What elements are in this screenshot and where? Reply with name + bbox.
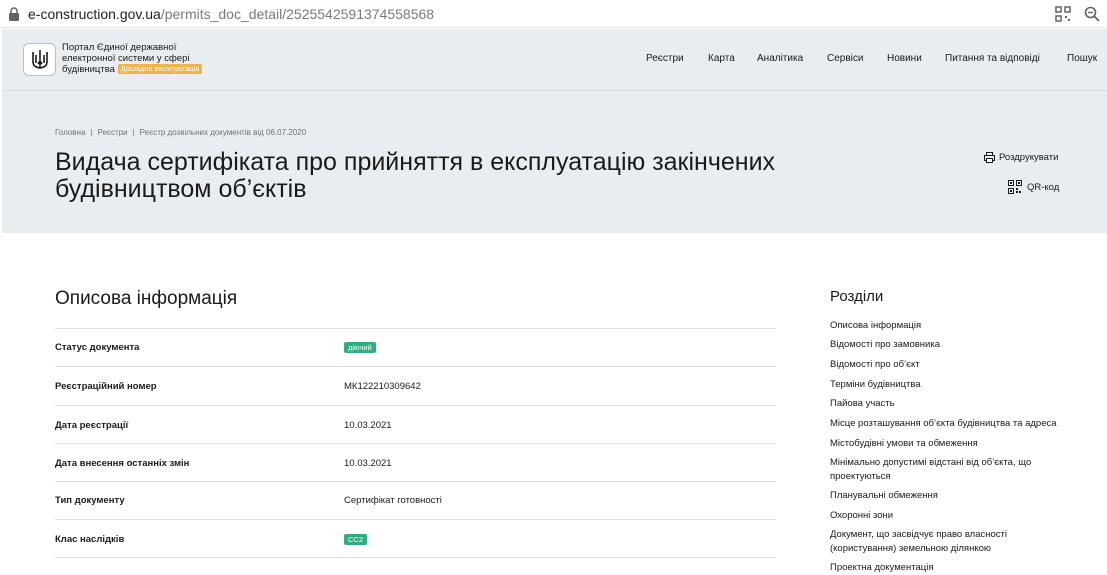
- row-label: Реєстраційний номер: [55, 381, 157, 392]
- trident-icon: [32, 50, 48, 69]
- breadcrumb-current[interactable]: Реєстр дозвільних документів від 06.07.2…: [140, 128, 306, 137]
- row-label: Дата реєстрації: [55, 420, 129, 431]
- sidebar-item[interactable]: Описова інформація: [830, 319, 1080, 333]
- section-title: Описова інформація: [55, 288, 238, 309]
- portal-name[interactable]: Портал Єдиної державної електронної сист…: [62, 42, 237, 75]
- row-divider: [55, 366, 776, 367]
- url-text[interactable]: e-construction.gov.ua/permits_doc_detail…: [28, 5, 434, 23]
- row-label: Статус документа: [55, 342, 140, 353]
- breadcrumb: Головна | Реєстри | Реєстр дозвільних докуме…: [55, 128, 306, 137]
- sidebar-item[interactable]: Терміни будівництва: [830, 378, 1080, 392]
- sidebar-item[interactable]: Відомості про об’єкт: [830, 358, 1080, 372]
- row-divider: [55, 328, 776, 329]
- sidebar-item[interactable]: Місце розташування об’єкта будівництва т…: [830, 417, 1080, 431]
- qr-scan-icon[interactable]: [1054, 5, 1072, 23]
- row-value: 10.03.2021: [344, 420, 392, 431]
- row-divider: [55, 557, 776, 558]
- portal-name-line3: будівництва: [62, 64, 115, 75]
- nav-faq[interactable]: Питання та відповіді: [945, 53, 1040, 64]
- printer-icon: [984, 152, 995, 163]
- portal-name-line2: електронної системи у сфері: [62, 53, 190, 64]
- qr-code-label: QR-код: [1027, 182, 1060, 193]
- sidebar-item[interactable]: Документ, що засвідчує право власності (…: [830, 528, 1035, 556]
- nav-news[interactable]: Новини: [887, 53, 922, 64]
- trial-operation-badge: Дослідна експлуатація: [117, 64, 203, 75]
- sidebar-item[interactable]: Відомості про замовника: [830, 338, 1080, 352]
- row-divider: [55, 443, 776, 444]
- browser-address-bar[interactable]: e-construction.gov.ua/permits_doc_detail…: [0, 0, 1107, 28]
- sidebar-item[interactable]: Охоронні зони: [830, 509, 1080, 523]
- status-badge: діючий: [344, 342, 376, 353]
- row-label: Клас наслідків: [55, 534, 125, 545]
- row-value: МК122210309642: [344, 381, 421, 392]
- page-title: Видача сертифіката про прийняття в експл…: [55, 149, 955, 203]
- sidebar-item[interactable]: Планувальні обмеження: [830, 489, 1080, 503]
- nav-registries[interactable]: Реєстри: [646, 53, 684, 64]
- page-title-line2: будівництвом об’єктів: [55, 175, 307, 203]
- top-navigation: Портал Єдиної державної електронної сист…: [2, 29, 1107, 91]
- breadcrumb-separator: |: [132, 128, 135, 137]
- sidebar-item[interactable]: Пайова участь: [830, 397, 1080, 411]
- row-value: 10.03.2021: [344, 458, 392, 469]
- portal-name-line1: Портал Єдиної державної: [62, 42, 177, 53]
- nav-search[interactable]: Пошук: [1067, 53, 1097, 64]
- consequence-class-badge: СС2: [344, 534, 368, 545]
- row-label: Тип документу: [55, 495, 125, 506]
- zoom-icon[interactable]: [1083, 5, 1101, 23]
- page-title-line1: Видача сертифіката про прийняття в експл…: [55, 148, 776, 176]
- trident-logo[interactable]: [23, 43, 56, 76]
- row-divider: [55, 519, 776, 520]
- sidebar-item[interactable]: Містобудівні умови та обмеження: [830, 437, 1080, 451]
- row-label: Дата внесення останніх змін: [55, 458, 190, 469]
- sidebar-item[interactable]: Мінімально допустимі відстані від об’єкт…: [830, 456, 1070, 484]
- nav-services[interactable]: Сервіси: [827, 53, 863, 64]
- breadcrumb-separator: |: [90, 128, 93, 137]
- sidebar-item[interactable]: Проектна документація: [830, 561, 1080, 575]
- page-header: Портал Єдиної державної електронної сист…: [2, 29, 1107, 233]
- breadcrumb-home[interactable]: Головна: [55, 128, 85, 137]
- sidebar-title: Розділи: [830, 288, 884, 305]
- qr-code-button[interactable]: QR-код: [1008, 180, 1059, 194]
- row-value: Сертифікат готовності: [344, 495, 442, 506]
- breadcrumb-registries[interactable]: Реєстри: [97, 128, 127, 137]
- qr-code-icon: [1008, 180, 1022, 194]
- url-host: e-construction.gov.ua: [28, 6, 161, 22]
- row-divider: [55, 481, 776, 482]
- row-divider: [55, 405, 776, 406]
- nav-map[interactable]: Карта: [708, 53, 735, 64]
- lock-icon: [9, 7, 19, 21]
- print-button[interactable]: Роздрукувати: [984, 152, 1058, 164]
- url-path: /permits_doc_detail/2525542591374558568: [160, 6, 435, 22]
- nav-analytics[interactable]: Аналітика: [757, 53, 803, 64]
- print-label: Роздрукувати: [999, 152, 1059, 163]
